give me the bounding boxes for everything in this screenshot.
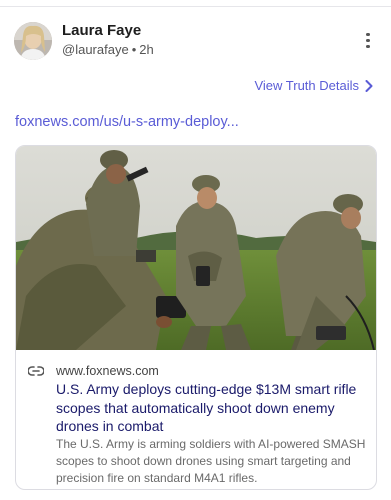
truth-details-label: View Truth Details [254,78,359,93]
card-title[interactable]: U.S. Army deploys cutting-edge $13M smar… [56,380,364,436]
card-image[interactable] [16,146,376,350]
chevron-right-icon [365,79,373,92]
more-options-button[interactable] [359,30,377,52]
avatar-image [14,22,52,60]
post-link[interactable]: foxnews.com/us/u-s-army-deploy... [15,114,239,130]
card-domain: www.foxnews.com [56,364,159,378]
more-vertical-icon [366,32,370,36]
avatar[interactable] [14,22,52,60]
author-meta: @laurafaye • 2h [62,42,154,57]
view-truth-details-link[interactable]: View Truth Details [254,78,373,93]
author-handle[interactable]: @laurafaye [62,42,129,57]
meta-separator: • [131,42,137,57]
card-description: The U.S. Army is arming soldiers with AI… [56,437,366,485]
author-name[interactable]: Laura Faye [62,22,141,39]
link-icon [28,366,44,376]
post-time: 2h [139,42,154,57]
link-preview-card[interactable]: www.foxnews.com U.S. Army deploys cuttin… [15,145,377,490]
card-body: www.foxnews.com U.S. Army deploys cuttin… [16,350,376,489]
top-divider [0,6,391,7]
